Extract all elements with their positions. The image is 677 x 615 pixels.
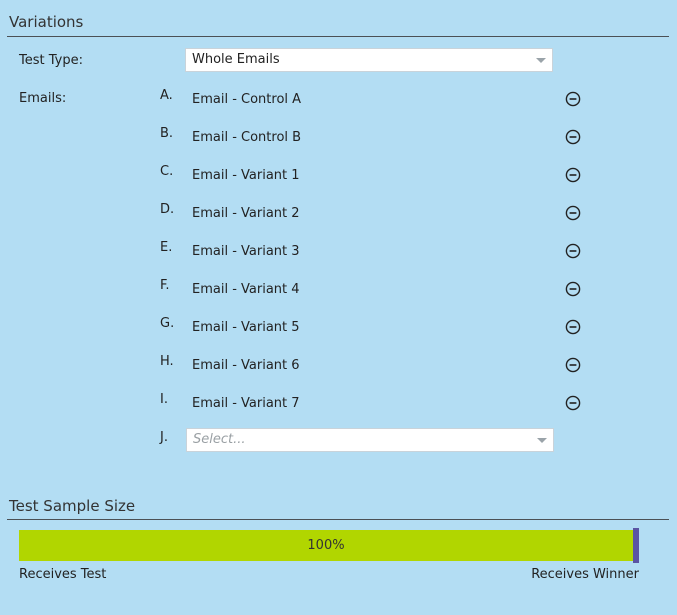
- sample-size-handle[interactable]: [633, 528, 639, 563]
- email-name: Email - Variant 5: [192, 320, 300, 335]
- minus-circle-icon[interactable]: [565, 319, 581, 335]
- email-letter: C.: [160, 164, 174, 179]
- minus-circle-icon[interactable]: [565, 395, 581, 411]
- email-name: Email - Variant 1: [192, 168, 300, 183]
- minus-circle-icon[interactable]: [565, 243, 581, 259]
- email-name: Email - Control A: [192, 92, 302, 107]
- email-letter: D.: [160, 202, 175, 217]
- sample-size-title: Test Sample Size: [9, 497, 136, 515]
- variations-title: Variations: [9, 13, 84, 31]
- email-letter: E.: [160, 240, 173, 255]
- email-name: Email - Variant 6: [192, 358, 300, 373]
- email-name: Email - Variant 4: [192, 282, 300, 297]
- email-row: G. Email - Variant 5: [0, 316, 677, 354]
- minus-circle-icon[interactable]: [565, 167, 581, 183]
- email-letter: G.: [160, 316, 175, 331]
- email-select-placeholder: Select...: [193, 432, 246, 447]
- email-row: C. Email - Variant 1: [0, 164, 677, 202]
- receives-test-label: Receives Test: [19, 567, 107, 582]
- email-select-dropdown[interactable]: Select...: [186, 428, 554, 452]
- email-row: F. Email - Variant 4: [0, 278, 677, 316]
- minus-circle-icon[interactable]: [565, 357, 581, 373]
- email-letter: A.: [160, 88, 173, 103]
- email-row: A. Email - Control A: [0, 88, 677, 126]
- email-letter: F.: [160, 278, 170, 293]
- email-letter: I.: [160, 392, 168, 407]
- chevron-down-icon: [536, 58, 546, 63]
- email-row: H. Email - Variant 6: [0, 354, 677, 392]
- email-name: Email - Variant 3: [192, 244, 300, 259]
- variations-divider: [7, 36, 669, 37]
- email-name: Email - Variant 2: [192, 206, 300, 221]
- chevron-down-icon: [537, 438, 547, 443]
- email-name: Email - Control B: [192, 130, 302, 145]
- receives-winner-label: Receives Winner: [531, 567, 639, 582]
- email-row: E. Email - Variant 3: [0, 240, 677, 278]
- email-letter: J.: [160, 430, 168, 445]
- minus-circle-icon[interactable]: [565, 281, 581, 297]
- minus-circle-icon[interactable]: [565, 91, 581, 107]
- email-letter: B.: [160, 126, 174, 141]
- minus-circle-icon[interactable]: [565, 205, 581, 221]
- sample-size-slider[interactable]: 100%: [19, 528, 639, 563]
- test-type-value: Whole Emails: [192, 52, 280, 67]
- email-row: I. Email - Variant 7: [0, 392, 677, 430]
- email-letter: H.: [160, 354, 174, 369]
- email-row: D. Email - Variant 2: [0, 202, 677, 240]
- email-row: B. Email - Control B: [0, 126, 677, 164]
- email-name: Email - Variant 7: [192, 396, 300, 411]
- minus-circle-icon[interactable]: [565, 129, 581, 145]
- sample-size-percent: 100%: [307, 538, 345, 553]
- sample-size-divider: [7, 519, 669, 520]
- test-type-dropdown[interactable]: Whole Emails: [185, 48, 553, 72]
- test-type-label: Test Type:: [19, 53, 83, 68]
